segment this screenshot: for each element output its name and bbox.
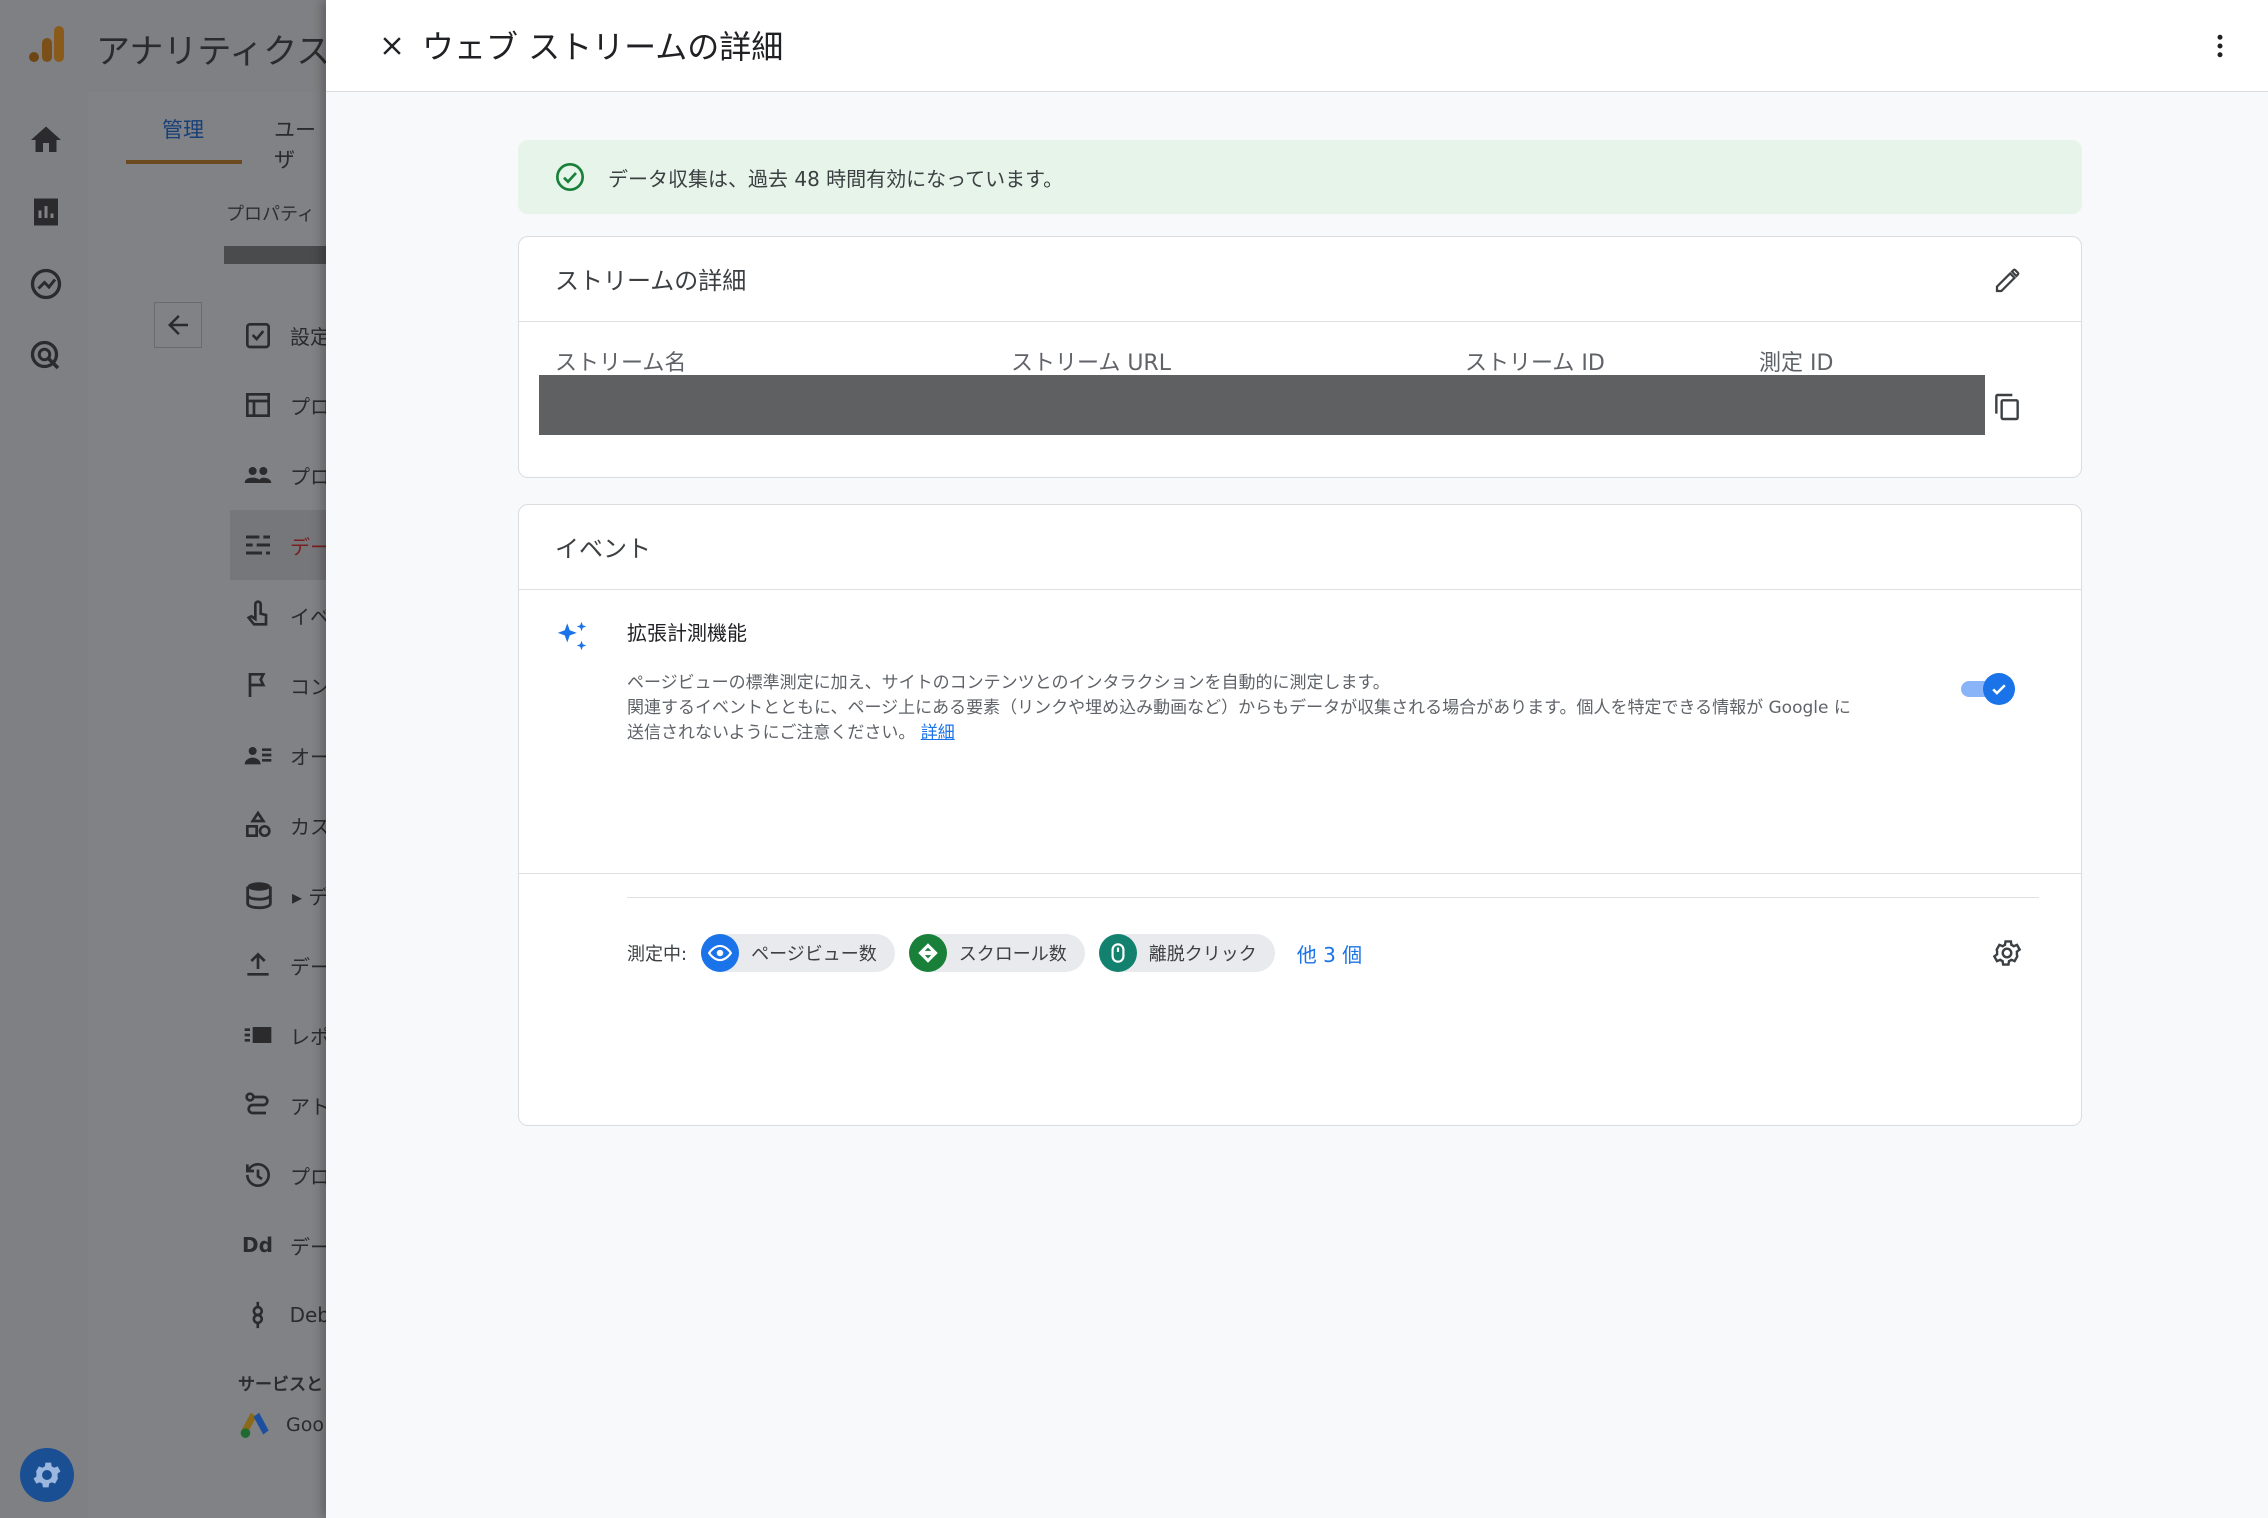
touch-icon	[246, 600, 268, 626]
close-button[interactable]	[370, 24, 414, 68]
dd-icon: Dd	[242, 1233, 273, 1257]
col-stream-name: ストリーム名	[555, 351, 687, 376]
reports-icon[interactable]	[28, 194, 64, 230]
nav-item-data-deletion[interactable]: Dd デー	[230, 1210, 330, 1280]
back-button[interactable]	[154, 302, 202, 348]
route-icon	[245, 1092, 269, 1115]
history-icon	[246, 1162, 270, 1187]
nav-item-setup[interactable]: 設定	[230, 300, 330, 370]
col-stream-id: ストリーム ID	[1465, 351, 1605, 376]
app-title: アナリティクス	[96, 32, 331, 72]
enhanced-measurement-toggle[interactable]	[1959, 673, 2015, 705]
col-stream-url: ストリーム URL	[1011, 351, 1171, 376]
nav-item-custom-definitions[interactable]: カス	[230, 790, 330, 860]
scroll-icon	[908, 934, 947, 972]
nav-item-property-access[interactable]: プロ	[230, 440, 330, 510]
enhanced-measurement-settings-button[interactable]	[1987, 933, 2027, 973]
report-icon	[244, 1027, 272, 1043]
database-icon	[246, 882, 272, 910]
copy-icon	[1995, 393, 2019, 421]
events-card: イベント 拡張計測機能 ページビューの標準測定に加え、サイトのコンテンツとのイン…	[518, 504, 2082, 1126]
admin-tabs: 管理 ユーザ	[88, 92, 328, 172]
stream-details-card: ストリームの詳細 ストリーム名 ストリーム URL ストリーム ID 測定 ID	[518, 236, 2082, 478]
more-events-link[interactable]: 他 3 個	[1297, 939, 1362, 968]
events-title: イベント	[555, 535, 651, 563]
enhanced-measurement-description: ページビューの標準測定に加え、サイトのコンテンツとのインタラクションを自動的に測…	[627, 671, 1997, 746]
nav-item-property-history[interactable]: プロ	[230, 1140, 330, 1210]
desc-line: 送信されないようにご注意ください。 詳細	[627, 723, 955, 743]
gear-icon	[1992, 940, 2022, 966]
data-collection-banner: データ収集は、過去 48 時間有効になっています。	[518, 140, 2082, 214]
toggle-knob	[1983, 673, 2015, 705]
drawer-header: ウェブ ストリームの詳細	[326, 0, 2268, 92]
banner-text: データ収集は、過去 48 時間有効になっています。	[608, 166, 1064, 191]
service-google-ads[interactable]: Goo	[238, 1410, 324, 1440]
google-ads-icon	[240, 1412, 269, 1438]
nav-item-reporting-identity[interactable]: レポ	[230, 1000, 330, 1070]
desc-line: ページビューの標準測定に加え、サイトのコンテンツとのインタラクションを自動的に測…	[627, 673, 1390, 693]
advertising-icon[interactable]	[28, 338, 64, 374]
check-circle-icon	[556, 163, 584, 191]
nav-item-debugview[interactable]: Deb	[230, 1280, 330, 1350]
checklist-icon	[246, 323, 270, 349]
copy-measurement-id-button[interactable]	[1987, 387, 2027, 427]
property-selector[interactable]	[224, 246, 330, 264]
edit-button[interactable]	[1987, 261, 2027, 301]
divider	[519, 589, 2081, 590]
divider	[627, 897, 2039, 898]
layout-icon	[246, 393, 270, 417]
tab-user[interactable]: ユーザ	[274, 114, 328, 174]
measuring-label: 測定中:	[627, 944, 688, 965]
nav-item-conversions[interactable]: コン	[230, 650, 330, 720]
services-section-label: サービスと	[238, 1375, 323, 1395]
enhanced-measurement-title: 拡張計測機能	[627, 621, 747, 645]
drawer-title: ウェブ ストリームの詳細	[422, 28, 784, 66]
redacted-stream-values	[539, 375, 1985, 435]
desc-line: 関連するイベントとともに、ページ上にある要素（リンクや埋め込み動画など）からもデ…	[627, 698, 1851, 718]
shapes-icon	[246, 810, 271, 837]
divider	[519, 321, 2081, 322]
more-vert-icon	[2217, 34, 2223, 58]
more-options-button[interactable]	[2198, 24, 2242, 68]
chip-outbound-clicks: 離脱クリック	[1098, 934, 1275, 972]
nav-item-data-import[interactable]: デー	[230, 930, 330, 1000]
group-icon	[244, 467, 272, 483]
nav-item-data-settings[interactable]: ▸ デ	[230, 860, 330, 930]
upload-icon	[247, 952, 269, 976]
chip-page-views: ページビュー数	[701, 934, 895, 972]
analytics-logo-icon	[26, 22, 70, 66]
tab-admin[interactable]: 管理	[162, 114, 204, 144]
app-header: アナリティクス	[0, 0, 330, 92]
chip-scrolls: スクロール数	[908, 934, 1085, 972]
pencil-icon	[1995, 268, 2020, 293]
debug-icon	[252, 1301, 264, 1329]
nav-item-events[interactable]: イベ	[230, 580, 330, 650]
admin-gear-icon[interactable]	[20, 1448, 74, 1502]
audience-icon	[244, 747, 272, 765]
home-icon[interactable]	[28, 122, 64, 158]
sparkle-icon	[553, 617, 591, 655]
property-label: プロパティ	[226, 204, 315, 225]
explore-icon[interactable]	[28, 266, 64, 302]
nav-rail	[0, 92, 88, 1518]
web-stream-details-drawer: ウェブ ストリームの詳細 データ収集は、過去 48 時間有効になっています。 ス…	[326, 0, 2268, 1518]
mouse-icon	[1098, 934, 1137, 972]
close-icon	[383, 37, 401, 55]
eye-icon	[701, 934, 740, 972]
nav-item-audiences[interactable]: オー	[230, 720, 330, 790]
col-measurement-id: 測定 ID	[1759, 351, 1834, 376]
measuring-row: 測定中: ページビュー数 スクロール数 離脱クリック 他 3 個	[627, 933, 1362, 973]
data-streams-icon	[246, 535, 270, 555]
learn-more-link[interactable]: 詳細	[921, 723, 955, 743]
check-icon	[1992, 684, 2006, 695]
nav-item-property-details[interactable]: プロ	[230, 370, 330, 440]
active-tab-indicator	[126, 160, 242, 164]
nav-item-attribution[interactable]: アト	[230, 1070, 330, 1140]
stream-details-title: ストリームの詳細	[555, 267, 747, 295]
nav-item-data-streams[interactable]: デー	[230, 510, 330, 580]
flag-icon	[248, 673, 266, 697]
